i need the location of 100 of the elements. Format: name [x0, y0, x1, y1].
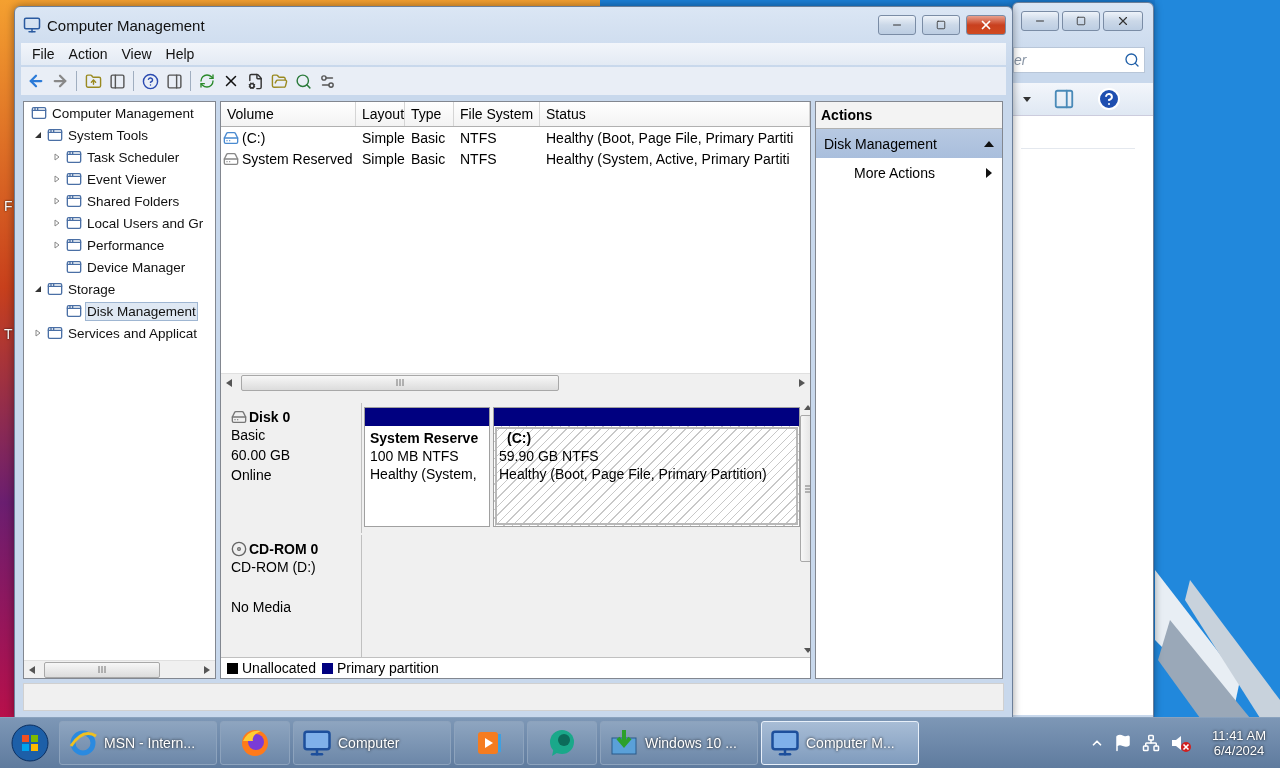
settings-icon [318, 72, 336, 90]
expand-arrow-icon[interactable] [53, 219, 61, 227]
tree-item[interactable]: Storage [66, 279, 118, 299]
network-icon[interactable] [1142, 734, 1161, 752]
minimize-button[interactable] [878, 15, 916, 35]
scroll-left-icon[interactable] [226, 378, 232, 387]
snap-in-icon [66, 237, 82, 253]
tree-item[interactable]: Task Scheduler [85, 147, 182, 167]
menu-item[interactable]: Help [158, 46, 202, 62]
refresh-icon [199, 73, 215, 89]
column-header[interactable]: File System [454, 102, 540, 126]
expand-arrow-icon[interactable] [34, 329, 42, 337]
folder-icon [270, 72, 288, 90]
table-cell-text: Healthy (System, Active, Primary Partiti [545, 150, 791, 167]
column-header[interactable]: Layout [356, 102, 405, 126]
expand-arrow-icon[interactable] [53, 197, 61, 205]
play-icon [475, 729, 503, 757]
grip-icon [396, 379, 404, 387]
scroll-right-icon[interactable] [204, 665, 210, 674]
tree-item[interactable]: Performance [85, 235, 167, 255]
expand-arrow-icon[interactable] [53, 175, 61, 183]
table-cell-text: Basic [410, 150, 447, 167]
snap-in-icon [66, 171, 82, 187]
table-cell-text: Basic [410, 129, 447, 146]
start-orb-icon [10, 723, 50, 763]
action-item[interactable]: More Actions [816, 158, 1002, 188]
tree-item[interactable]: Shared Folders [85, 191, 182, 211]
muted-speaker-icon[interactable] [1170, 733, 1193, 753]
maximize-icon [936, 20, 946, 30]
close-button[interactable] [966, 15, 1006, 35]
close-icon [1116, 14, 1130, 28]
drive-icon [223, 129, 239, 146]
volume-cell: System Reserved [221, 150, 356, 167]
expand-arrow-icon[interactable] [53, 241, 61, 249]
tree-item[interactable]: Event Viewer [85, 169, 169, 189]
flag-icon[interactable] [1114, 734, 1133, 752]
tree-item[interactable]: System Tools [66, 125, 151, 145]
search-icon [294, 72, 312, 90]
volume-cell: (C:) [221, 129, 356, 146]
maximize-button[interactable] [922, 15, 960, 35]
column-header[interactable]: Type [405, 102, 454, 126]
tree-item[interactable]: Disk Management [85, 301, 198, 321]
action-label: More Actions [854, 165, 935, 181]
scroll-left-icon[interactable] [29, 665, 35, 674]
menu-item[interactable]: Action [61, 46, 115, 62]
taskbar-button[interactable] [527, 721, 597, 765]
partition-status: Healthy (Boot, Page File, Primary Partition) [499, 466, 768, 482]
horizontal-scrollbar[interactable] [24, 660, 215, 678]
partition[interactable]: System Reserve 100 MB NTFS Healthy (System, [364, 407, 490, 527]
menu-item[interactable]: View [114, 46, 159, 62]
disk-status: No Media [231, 599, 292, 617]
tree-item[interactable]: Services and Applicat [66, 323, 200, 343]
caret-icon[interactable] [1023, 96, 1031, 102]
collapse-arrow-icon[interactable] [34, 285, 42, 293]
table-cell-text: Simple [361, 129, 405, 146]
snap-in-icon [66, 149, 82, 165]
maximize-button[interactable] [1062, 11, 1100, 31]
disk-name: Disk 0 [231, 409, 361, 425]
partition-name: (C:) [506, 430, 533, 446]
expand-arrow-icon[interactable] [53, 153, 61, 161]
table-cell-text: Simple [361, 150, 405, 167]
browser-icon [68, 728, 98, 758]
legend-label: Unallocated [242, 660, 316, 676]
scroll-right-icon[interactable] [799, 378, 805, 387]
snap-in-icon [31, 105, 47, 121]
folder-up-icon [84, 72, 102, 90]
fox-globe-icon [239, 727, 271, 759]
collapse-arrow-icon[interactable] [34, 131, 42, 139]
section-title: Disk Management [824, 135, 937, 152]
close-button[interactable] [1103, 11, 1143, 31]
partition[interactable]: (C:) 59.90 GB NTFS Healthy (Boot, Page File, Primary Partition) [493, 407, 800, 527]
preview-pane-icon[interactable] [1053, 88, 1075, 110]
actions-header: Actions [816, 102, 1002, 129]
forward-icon [51, 72, 69, 90]
disk-type: Basic [231, 427, 267, 445]
maximize-icon [1076, 16, 1086, 26]
disk-status: Online [231, 467, 273, 485]
minimize-button[interactable] [1021, 11, 1059, 31]
tree-item[interactable]: Device Manager [85, 257, 188, 277]
grip-icon [98, 666, 106, 673]
tree-item[interactable]: Local Users and Gr [85, 213, 206, 233]
tree-item[interactable]: Computer Management [50, 103, 196, 123]
column-header[interactable]: Volume [221, 102, 356, 126]
column-header[interactable]: Status [540, 102, 810, 126]
cd-drive-icon [231, 541, 247, 557]
clock[interactable]: 11:41 AM 6/4/2024 [1212, 728, 1266, 758]
action-section[interactable]: Disk Management [816, 129, 1002, 158]
back-icon [27, 72, 45, 90]
pane-icon [165, 72, 183, 90]
menu-item[interactable]: File [25, 46, 62, 62]
partition-size: 100 MB NTFS [370, 448, 460, 464]
computer-icon [770, 728, 800, 758]
help-icon[interactable] [1097, 87, 1121, 111]
snap-in-icon [47, 127, 63, 143]
horizontal-scrollbar[interactable] [221, 373, 810, 392]
submenu-arrow-icon [986, 168, 992, 178]
taskbar-button[interactable] [220, 721, 290, 765]
disk-size: 60.00 GB [231, 447, 292, 465]
installer-icon [609, 728, 639, 758]
close-icon [979, 18, 993, 32]
